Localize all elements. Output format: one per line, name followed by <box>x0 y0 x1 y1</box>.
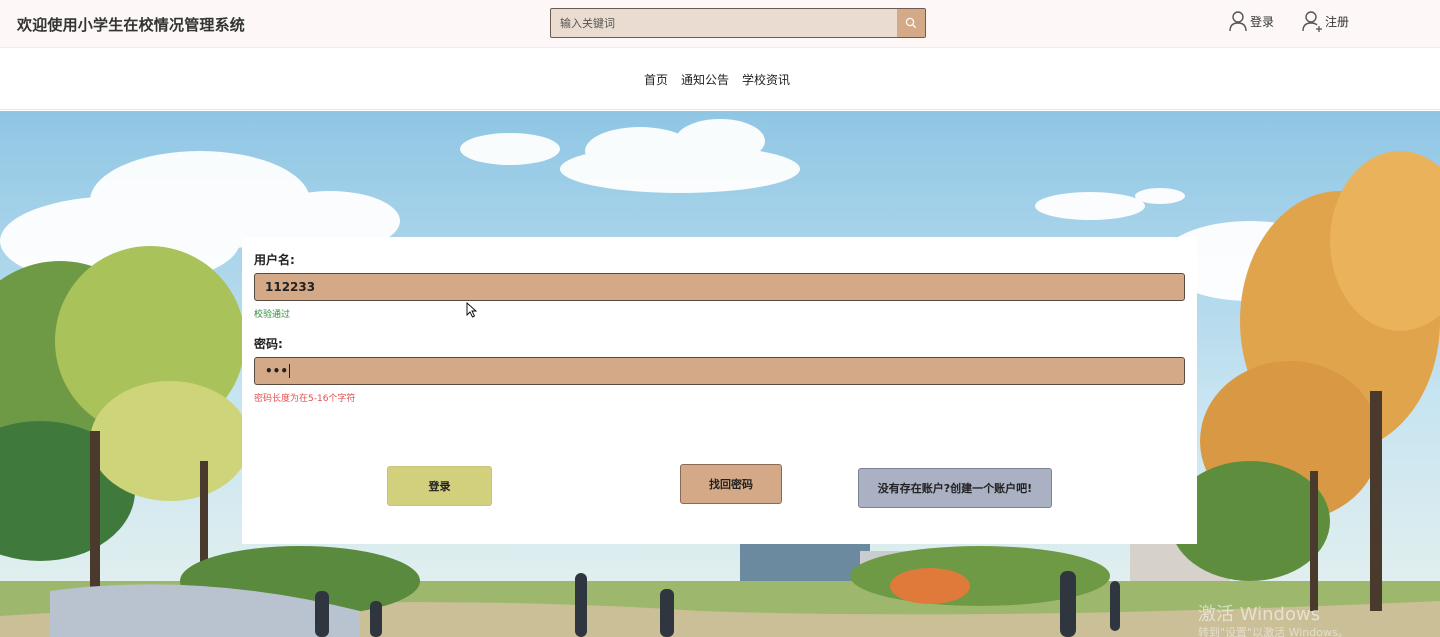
site-title: 欢迎使用小学生在校情况管理系统 <box>17 16 246 34</box>
username-label: 用户名: <box>254 253 295 267</box>
activation-watermark: 激活 Windows <box>1198 604 1321 625</box>
user-icon <box>1229 11 1247 32</box>
search-input[interactable] <box>551 9 897 37</box>
search-button[interactable] <box>897 9 925 37</box>
create-account-button[interactable]: 没有存在账户?创建一个账户吧! <box>858 468 1052 508</box>
register-label: 注册 <box>1325 14 1350 29</box>
search-icon <box>905 17 917 29</box>
username-input[interactable] <box>254 273 1185 301</box>
top-bar: 欢迎使用小学生在校情况管理系统 登录 注册 <box>0 0 1440 48</box>
password-value: ••• <box>265 364 289 378</box>
password-hint: 密码长度为在5-16个字符 <box>254 394 356 404</box>
password-label: 密码: <box>254 337 283 351</box>
login-button[interactable]: 登录 <box>387 466 492 506</box>
add-user-icon <box>1302 11 1322 32</box>
login-link[interactable]: 登录 <box>1228 10 1274 32</box>
search-box <box>550 8 926 38</box>
nav-item-notices[interactable]: 通知公告 <box>681 71 729 88</box>
reset-password-button[interactable]: 找回密码 <box>680 464 782 504</box>
text-caret <box>289 364 291 378</box>
activation-watermark-sub: 转到"设置"以激活 Windows。 <box>1198 626 1349 637</box>
nav-item-news[interactable]: 学校资讯 <box>742 71 790 88</box>
password-input[interactable]: ••• <box>254 357 1185 385</box>
register-link[interactable]: 注册 <box>1301 10 1349 32</box>
login-label: 登录 <box>1250 14 1275 29</box>
login-form: 用户名: 校验通过 密码: ••• 密码长度为在5-16个字符 登录 找回密码 … <box>242 237 1197 544</box>
nav-item-home[interactable]: 首页 <box>644 71 668 88</box>
username-hint: 校验通过 <box>254 310 291 320</box>
mouse-cursor-icon <box>466 302 478 318</box>
nav-bar: 首页 通知公告 学校资讯 <box>0 49 1440 110</box>
